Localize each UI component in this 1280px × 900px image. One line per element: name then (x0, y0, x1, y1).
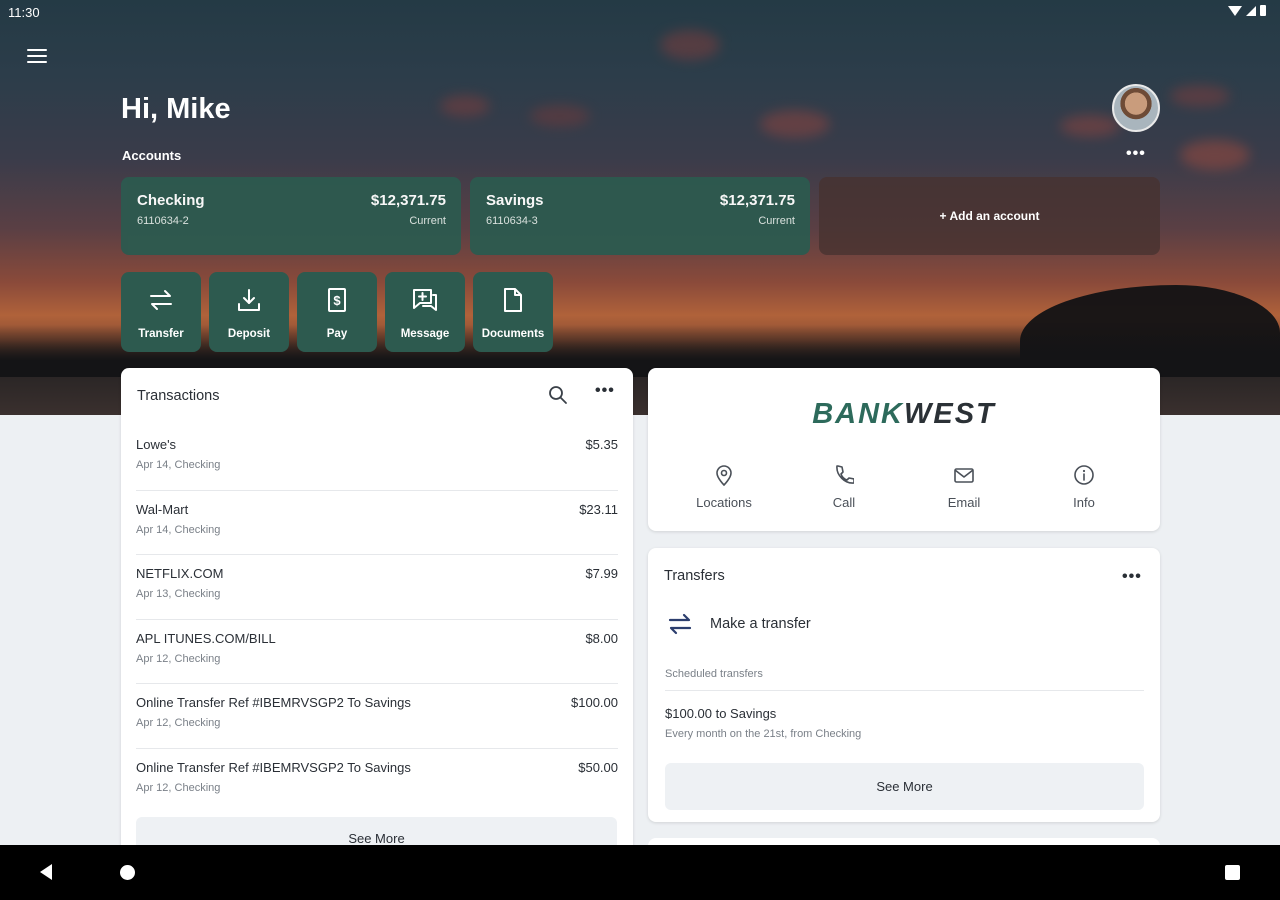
action-label: Transfer (138, 328, 184, 340)
transaction-row[interactable]: Online Transfer Ref #IBEMRVSGP2 To Savin… (136, 684, 618, 749)
account-card-checking[interactable]: Checking 6110634-2 $12,371.75 Current (121, 177, 461, 255)
locations-button[interactable]: Locations (664, 464, 784, 512)
scheduled-transfers-label: Scheduled transfers (665, 668, 763, 680)
transaction-amount: $23.11 (579, 501, 618, 517)
transaction-meta: Apr 12, Checking (136, 781, 221, 794)
wifi-icon (1228, 5, 1242, 16)
avatar[interactable] (1112, 84, 1160, 132)
transactions-see-more-button[interactable]: See More (136, 817, 617, 848)
message-button[interactable]: Message (385, 272, 465, 352)
call-button[interactable]: Call (784, 464, 904, 512)
search-icon[interactable] (548, 385, 568, 405)
info-icon (1074, 465, 1094, 485)
transaction-row[interactable]: Lowe's Apr 14, Checking $5.35 (136, 426, 618, 491)
transfers-title: Transfers (664, 568, 725, 584)
bank-logo: BANKWEST (812, 398, 996, 430)
status-time: 11:30 (8, 5, 40, 20)
account-number: 6110634-2 (137, 215, 189, 227)
transaction-meta: Apr 12, Checking (136, 717, 221, 729)
transaction-row[interactable]: NETFLIX.COM Apr 13, Checking $7.99 (136, 555, 618, 620)
phone-icon (836, 465, 854, 484)
transfers-see-more-button[interactable]: See More (665, 763, 1144, 810)
make-transfer-label: Make a transfer (710, 616, 811, 632)
svg-text:$: $ (333, 293, 341, 308)
greeting: Hi, Mike (121, 93, 231, 125)
transaction-description: NETFLIX.COM (136, 566, 224, 581)
menu-icon[interactable] (27, 49, 47, 65)
bank-actions: Locations Call Email Info (664, 464, 1144, 512)
transaction-description: APL ITUNES.COM/BILL (136, 630, 276, 646)
transfer-button[interactable]: Transfer (121, 272, 201, 352)
pay-icon: $ (328, 288, 346, 312)
back-icon[interactable] (40, 864, 52, 880)
account-name: Checking (137, 192, 205, 209)
transaction-row[interactable]: Wal-Mart Apr 14, Checking $23.11 (136, 491, 618, 555)
transaction-meta: Apr 14, Checking (136, 459, 221, 471)
account-card-savings[interactable]: Savings 6110634-3 $12,371.75 Current (470, 177, 810, 255)
transactions-list: Lowe's Apr 14, Checking $5.35 Wal-Mart A… (136, 426, 618, 813)
divider (665, 690, 1144, 691)
email-icon (954, 468, 974, 483)
deposit-button[interactable]: Deposit (209, 272, 289, 352)
add-account-button[interactable]: + Add an account (819, 177, 1160, 255)
bank-action-label: Locations (696, 495, 752, 510)
transaction-amount: $8.00 (585, 630, 618, 646)
bank-action-label: Call (832, 495, 856, 510)
signal-icon (1246, 5, 1256, 16)
documents-button[interactable]: Documents (473, 272, 553, 352)
transaction-description: Lowe's (136, 437, 177, 452)
transactions-more-icon[interactable]: ••• (595, 382, 615, 400)
info-button[interactable]: Info (1024, 464, 1144, 512)
transfer-icon (150, 290, 172, 310)
pay-button[interactable]: $ Pay (297, 272, 377, 352)
transfers-card: Transfers ••• Make a transfer Scheduled … (648, 548, 1160, 822)
transaction-amount: $5.35 (585, 437, 618, 452)
action-label: Message (400, 328, 450, 340)
account-balance: $12,371.75 (370, 192, 446, 209)
document-icon (504, 288, 522, 312)
transaction-amount: $50.00 (578, 759, 618, 775)
transaction-description: Wal-Mart (136, 501, 189, 517)
make-transfer-button[interactable]: Make a transfer (666, 610, 811, 638)
transaction-meta: Apr 13, Checking (136, 588, 221, 600)
action-label: Pay (326, 328, 348, 340)
transaction-amount: $7.99 (585, 566, 618, 581)
system-nav-bar (0, 845, 1280, 900)
deposit-icon (238, 289, 260, 311)
accounts-more-icon[interactable]: ••• (1126, 145, 1146, 163)
account-balance-label: Current (758, 215, 795, 227)
account-number: 6110634-3 (486, 215, 538, 227)
battery-icon (1260, 5, 1266, 16)
location-pin-icon (716, 465, 732, 486)
transaction-description: Online Transfer Ref #IBEMRVSGP2 To Savin… (136, 695, 411, 710)
email-button[interactable]: Email (904, 464, 1024, 512)
transaction-description: Online Transfer Ref #IBEMRVSGP2 To Savin… (136, 759, 411, 775)
transactions-card: Transactions ••• Lowe's Apr 14, Checking… (121, 368, 633, 848)
transactions-title: Transactions (137, 388, 220, 404)
bank-info-card: BANKWEST Locations Call Email Info (648, 368, 1160, 531)
action-label: Documents (481, 328, 545, 340)
system-icons (1228, 5, 1266, 16)
transaction-amount: $100.00 (571, 695, 618, 710)
transaction-row[interactable]: APL ITUNES.COM/BILL Apr 12, Checking $8.… (136, 620, 618, 684)
transaction-meta: Apr 14, Checking (136, 523, 221, 536)
transfers-more-icon[interactable]: ••• (1122, 568, 1142, 586)
recent-apps-icon[interactable] (1225, 865, 1240, 880)
scheduled-transfer-title[interactable]: $100.00 to Savings (665, 706, 776, 721)
transfer-icon (668, 613, 692, 635)
account-balance: $12,371.75 (719, 192, 795, 209)
account-balance-label: Current (409, 215, 446, 227)
message-icon (413, 289, 437, 311)
scheduled-transfer-subtitle: Every month on the 21st, from Checking (665, 728, 862, 740)
action-label: Deposit (227, 328, 271, 340)
account-name: Savings (486, 192, 544, 209)
home-icon[interactable] (120, 865, 135, 880)
accounts-label: Accounts (122, 148, 182, 163)
bank-action-label: Info (1073, 495, 1095, 510)
status-bar: 11:30 (0, 0, 1280, 26)
bank-action-label: Email (947, 495, 981, 510)
transaction-meta: Apr 12, Checking (136, 652, 221, 665)
transaction-row[interactable]: Online Transfer Ref #IBEMRVSGP2 To Savin… (136, 749, 618, 814)
